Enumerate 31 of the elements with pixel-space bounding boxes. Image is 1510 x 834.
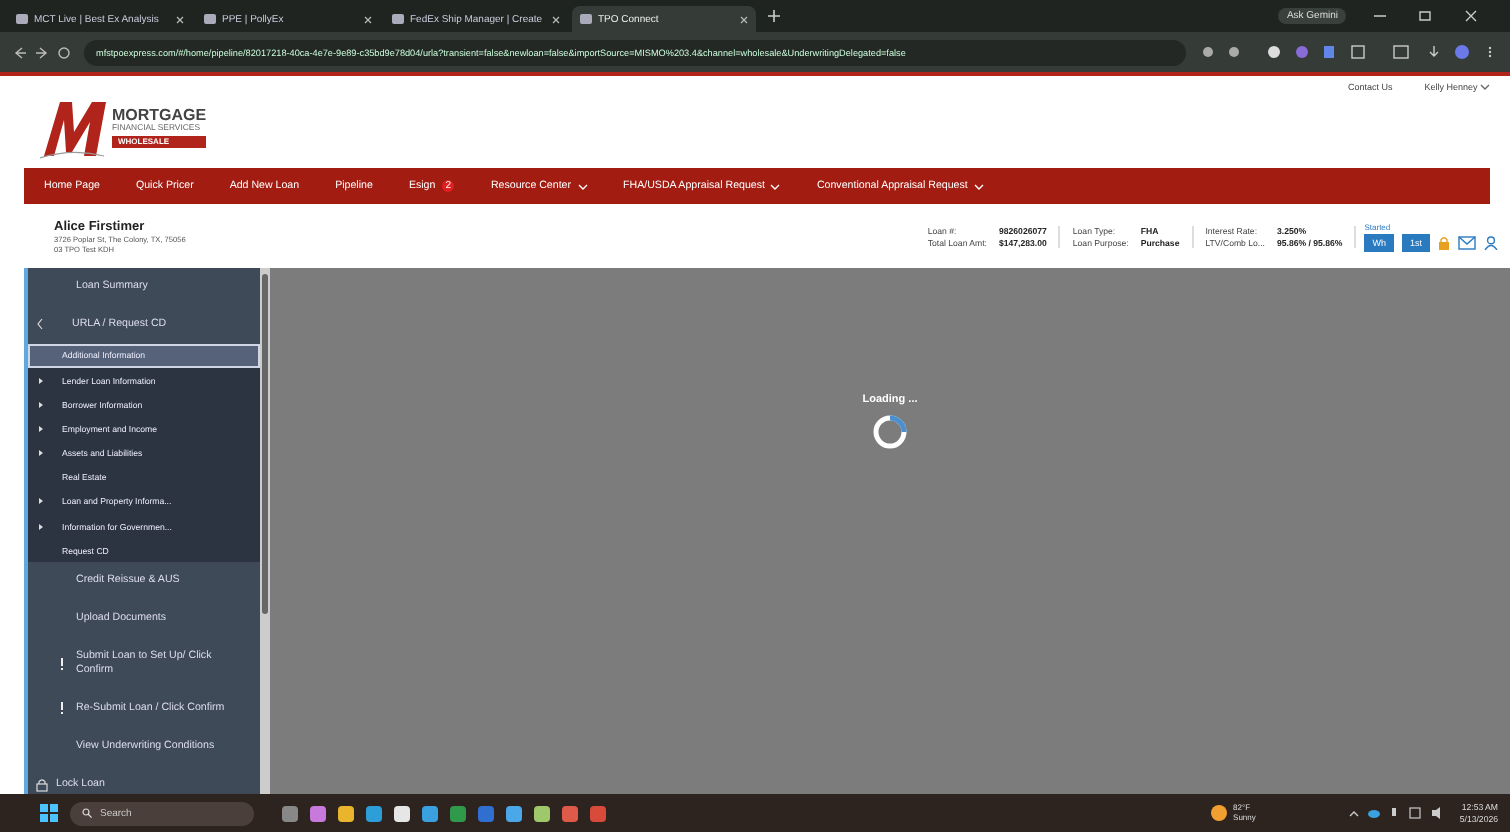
chevron-down-icon — [1480, 84, 1490, 90]
close-icon[interactable] — [364, 15, 372, 23]
bullet-icon — [38, 401, 44, 408]
close-icon[interactable] — [176, 15, 184, 23]
favicon-icon — [16, 14, 28, 24]
bullet-icon — [38, 450, 44, 457]
lock-icon — [36, 777, 48, 792]
favicon-icon — [204, 14, 216, 24]
logo-text: MORTGAGE — [112, 108, 207, 125]
bullet-icon — [38, 498, 44, 505]
logo-mark-icon — [40, 96, 108, 160]
user-icon[interactable] — [1484, 235, 1498, 249]
search-icon — [82, 808, 92, 818]
bullet-icon — [38, 523, 44, 530]
start-icon[interactable] — [40, 804, 58, 822]
chevron-down-icon — [973, 183, 984, 189]
close-icon[interactable] — [740, 15, 748, 23]
new-tab-icon[interactable] — [768, 10, 780, 22]
spinner-icon — [872, 414, 908, 450]
bullet-icon — [38, 425, 44, 432]
mail-icon[interactable] — [1458, 235, 1476, 249]
bullet-icon — [38, 377, 44, 384]
chevron-left-icon — [36, 318, 44, 331]
scrollbar[interactable] — [260, 268, 270, 794]
favicon-icon — [580, 14, 592, 24]
chevron-down-icon — [577, 183, 588, 189]
sun-icon — [1209, 804, 1228, 822]
close-icon[interactable] — [552, 15, 560, 23]
favicon-icon — [392, 14, 404, 24]
chevron-down-icon — [770, 183, 781, 189]
navigation-icon[interactable] — [12, 45, 72, 59]
